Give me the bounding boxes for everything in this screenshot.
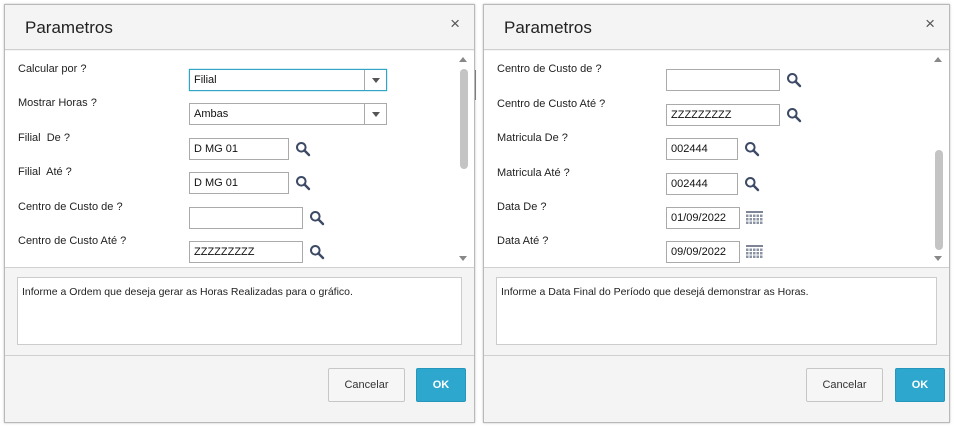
cancel-button[interactable]: Cancelar xyxy=(328,368,405,402)
dropdown-select[interactable]: Ambas xyxy=(189,103,387,126)
parameter-label: Matricula Até ? xyxy=(497,166,570,179)
scrollbar[interactable] xyxy=(933,55,945,263)
magnifier-icon[interactable] xyxy=(744,176,760,192)
calendar-icon[interactable] xyxy=(746,245,763,259)
ok-button[interactable]: OK xyxy=(895,368,945,402)
parameter-row: Filial Até ? D MG 01 xyxy=(5,166,454,195)
parameter-label: Filial De ? xyxy=(18,131,70,144)
parameter-row: Mostrar Horas ? Ambas xyxy=(5,97,454,126)
text-input[interactable] xyxy=(189,206,303,229)
parameter-label: Matricula De ? xyxy=(497,132,568,145)
parameter-row: Matricula Até ? 002444 xyxy=(484,166,929,195)
parameter-row: Centro de Custo de ? xyxy=(484,63,929,92)
text-input[interactable]: 002444 xyxy=(666,138,738,161)
parameter-row: Centro de Custo Até ? ZZZZZZZZZ xyxy=(484,97,929,126)
text-input[interactable]: ZZZZZZZZZ xyxy=(189,241,303,263)
title-divider xyxy=(484,49,949,50)
parameter-label: Centro de Custo Até ? xyxy=(18,235,127,247)
magnifier-icon[interactable] xyxy=(786,72,802,88)
text-input[interactable]: D MG 01 xyxy=(189,137,289,160)
title-divider xyxy=(5,49,474,50)
scrollbar[interactable] xyxy=(458,55,470,263)
text-input[interactable]: D MG 01 xyxy=(189,172,289,195)
dropdown-select[interactable]: Filial xyxy=(189,69,387,91)
dialog-title: Parametros xyxy=(504,18,592,37)
text-input[interactable] xyxy=(666,69,780,92)
parameters-panel: Calcular por ? Filial Mostrar Horas ? Ambas… xyxy=(5,51,474,268)
parameter-label: Calcular por ? xyxy=(18,63,87,75)
parameter-row: Centro de Custo Até ? ZZZZZZZZZ xyxy=(5,235,454,263)
parameter-row: Data Até ? 09/09/2022 xyxy=(484,235,929,264)
scroll-up-arrow[interactable] xyxy=(934,57,942,62)
magnifier-icon[interactable] xyxy=(295,141,311,157)
close-button[interactable]: × xyxy=(925,15,935,32)
parameters-dialog-2: Parametros × Centro de Custo de ? Centro … xyxy=(483,4,950,423)
parameter-label: Centro de Custo de ? xyxy=(18,200,123,213)
parameter-row: Data De ? 01/09/2022 xyxy=(484,201,929,229)
parameters-dialog-1: Parametros × Calcular por ? Filial Mostrar… xyxy=(4,4,475,423)
dialog-title: Parametros xyxy=(25,18,113,37)
scroll-down-arrow[interactable] xyxy=(934,256,942,261)
magnifier-icon[interactable] xyxy=(786,107,802,123)
parameter-row: Calcular por ? Filial xyxy=(5,63,454,91)
divider xyxy=(475,70,476,100)
calendar-icon[interactable] xyxy=(746,211,763,225)
chevron-down-icon[interactable] xyxy=(364,70,386,90)
help-text: Informe a Ordem que deseja gerar as Hora… xyxy=(17,277,462,345)
magnifier-icon[interactable] xyxy=(295,175,311,191)
scroll-down-arrow[interactable] xyxy=(459,256,467,261)
text-input[interactable]: ZZZZZZZZZ xyxy=(666,103,780,126)
parameter-label: Mostrar Horas ? xyxy=(18,97,97,110)
footer-divider xyxy=(484,355,949,356)
parameter-label: Data De ? xyxy=(497,201,547,213)
scroll-thumb[interactable] xyxy=(460,69,468,169)
chevron-down-icon[interactable] xyxy=(364,104,386,125)
help-text: Informe a Data Final do Período que dese… xyxy=(496,277,937,345)
parameter-label: Centro de Custo de ? xyxy=(497,63,602,76)
close-button[interactable]: × xyxy=(450,15,460,32)
magnifier-icon[interactable] xyxy=(744,141,760,157)
cancel-button[interactable]: Cancelar xyxy=(806,368,883,402)
parameter-row: Centro de Custo de ? xyxy=(5,200,454,229)
dropdown-value: Filial xyxy=(194,74,217,86)
parameter-label: Centro de Custo Até ? xyxy=(497,97,606,110)
footer-divider xyxy=(5,355,474,356)
dropdown-value: Ambas xyxy=(194,108,229,121)
parameter-row xyxy=(484,51,929,55)
date-input[interactable]: 01/09/2022 xyxy=(666,207,740,229)
scroll-up-arrow[interactable] xyxy=(459,57,467,62)
scroll-thumb[interactable] xyxy=(935,150,943,250)
magnifier-icon[interactable] xyxy=(309,244,325,260)
text-input[interactable]: 002444 xyxy=(666,172,738,195)
parameter-row: Matricula De ? 002444 xyxy=(484,132,929,161)
ok-button[interactable]: OK xyxy=(416,368,466,402)
parameter-row: Filial De ? D MG 01 xyxy=(5,131,454,160)
parameter-label: Filial Até ? xyxy=(18,166,72,179)
date-input[interactable]: 09/09/2022 xyxy=(666,241,740,264)
magnifier-icon[interactable] xyxy=(309,210,325,226)
parameters-panel: Centro de Custo de ? Centro de Custo Até … xyxy=(484,51,949,268)
screen: Parametros × Calcular por ? Filial Mostrar… xyxy=(0,0,954,427)
parameter-label: Data Até ? xyxy=(497,235,549,248)
